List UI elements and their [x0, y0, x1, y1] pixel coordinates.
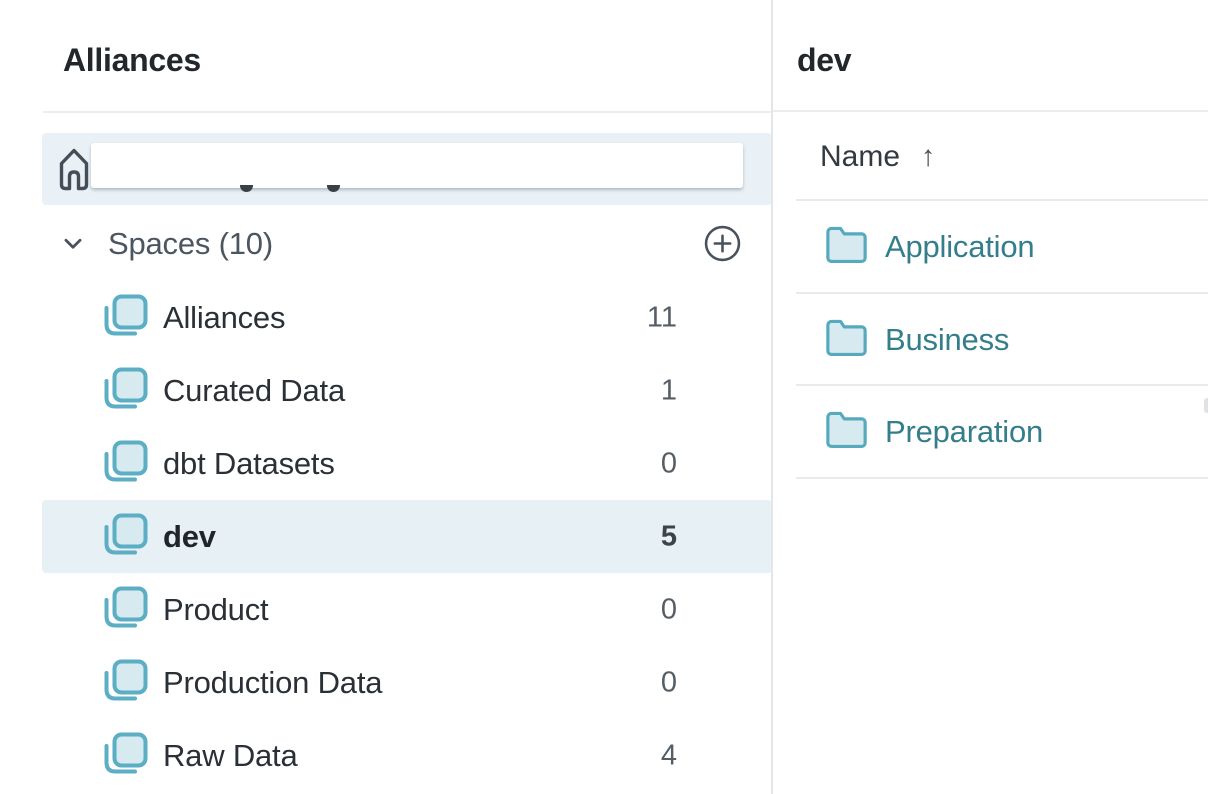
sidebar-item-production-data[interactable]: Production Data 0: [42, 646, 772, 719]
clipped-edge-element: [1204, 398, 1208, 413]
home-row[interactable]: [42, 133, 772, 205]
spaces-section-label: Spaces (10): [108, 226, 273, 262]
main-panel: dev Name ↑ Application: [773, 0, 1208, 794]
plus-circle-icon[interactable]: [704, 225, 741, 262]
sidebar-item-count: 11: [647, 301, 677, 334]
column-header-name[interactable]: Name: [820, 140, 900, 174]
app-window: Alliances Spaces (10): [0, 0, 1208, 794]
contents-table: Name ↑ Application Business: [773, 112, 1208, 479]
page-title: dev: [797, 42, 851, 79]
space-icon: [102, 659, 148, 711]
folder-link[interactable]: Application: [885, 229, 1034, 265]
table-row-business[interactable]: Business: [773, 294, 1208, 387]
redacted-text-descender: [240, 185, 253, 192]
sidebar-item-count: 4: [661, 739, 677, 772]
folder-link[interactable]: Preparation: [885, 414, 1043, 450]
sidebar-item-dev[interactable]: dev 5: [42, 500, 772, 573]
space-icon: [102, 513, 148, 565]
sidebar-item-count: 0: [661, 593, 677, 626]
sidebar-item-raw-data[interactable]: Raw Data 4: [42, 719, 772, 792]
redacted-text-descender: [327, 185, 340, 192]
table-row-application[interactable]: Application: [773, 201, 1208, 294]
redacted-text-overlay: [91, 143, 743, 188]
sidebar-item-label: Alliances: [163, 300, 285, 336]
sidebar-item-dbt-datasets[interactable]: dbt Datasets 0: [42, 427, 772, 500]
folder-icon: [824, 224, 869, 270]
spaces-list: Alliances 11 Curated Data 1: [42, 281, 772, 792]
sidebar-item-count: 1: [661, 374, 677, 407]
table-row-preparation[interactable]: Preparation: [773, 386, 1208, 479]
sort-ascending-icon[interactable]: ↑: [921, 140, 936, 173]
folder-link[interactable]: Business: [885, 322, 1009, 358]
space-icon: [102, 440, 148, 492]
sidebar: Alliances Spaces (10): [0, 0, 771, 794]
chevron-down-icon[interactable]: [60, 231, 86, 262]
folder-icon: [824, 317, 869, 363]
sidebar-item-label: dev: [163, 519, 216, 555]
sidebar-item-product[interactable]: Product 0: [42, 573, 772, 646]
space-icon: [102, 367, 148, 419]
sidebar-item-label: Raw Data: [163, 738, 298, 774]
sidebar-title: Alliances: [63, 42, 201, 79]
space-icon: [102, 586, 148, 638]
sidebar-item-label: Production Data: [163, 665, 382, 701]
table-header-row: Name ↑: [773, 112, 1208, 201]
sidebar-item-curated-data[interactable]: Curated Data 1: [42, 354, 772, 427]
sidebar-item-label: dbt Datasets: [163, 446, 335, 482]
sidebar-item-count: 5: [661, 520, 677, 553]
spaces-section-header[interactable]: Spaces (10): [42, 224, 772, 264]
sidebar-item-label: Product: [163, 592, 268, 628]
space-icon: [102, 732, 148, 784]
sidebar-item-label: Curated Data: [163, 373, 345, 409]
folder-icon: [824, 409, 869, 455]
sidebar-item-count: 0: [661, 666, 677, 699]
space-icon: [102, 294, 148, 346]
sidebar-item-count: 0: [661, 447, 677, 480]
sidebar-item-alliances[interactable]: Alliances 11: [42, 281, 772, 354]
sidebar-divider: [43, 111, 771, 113]
